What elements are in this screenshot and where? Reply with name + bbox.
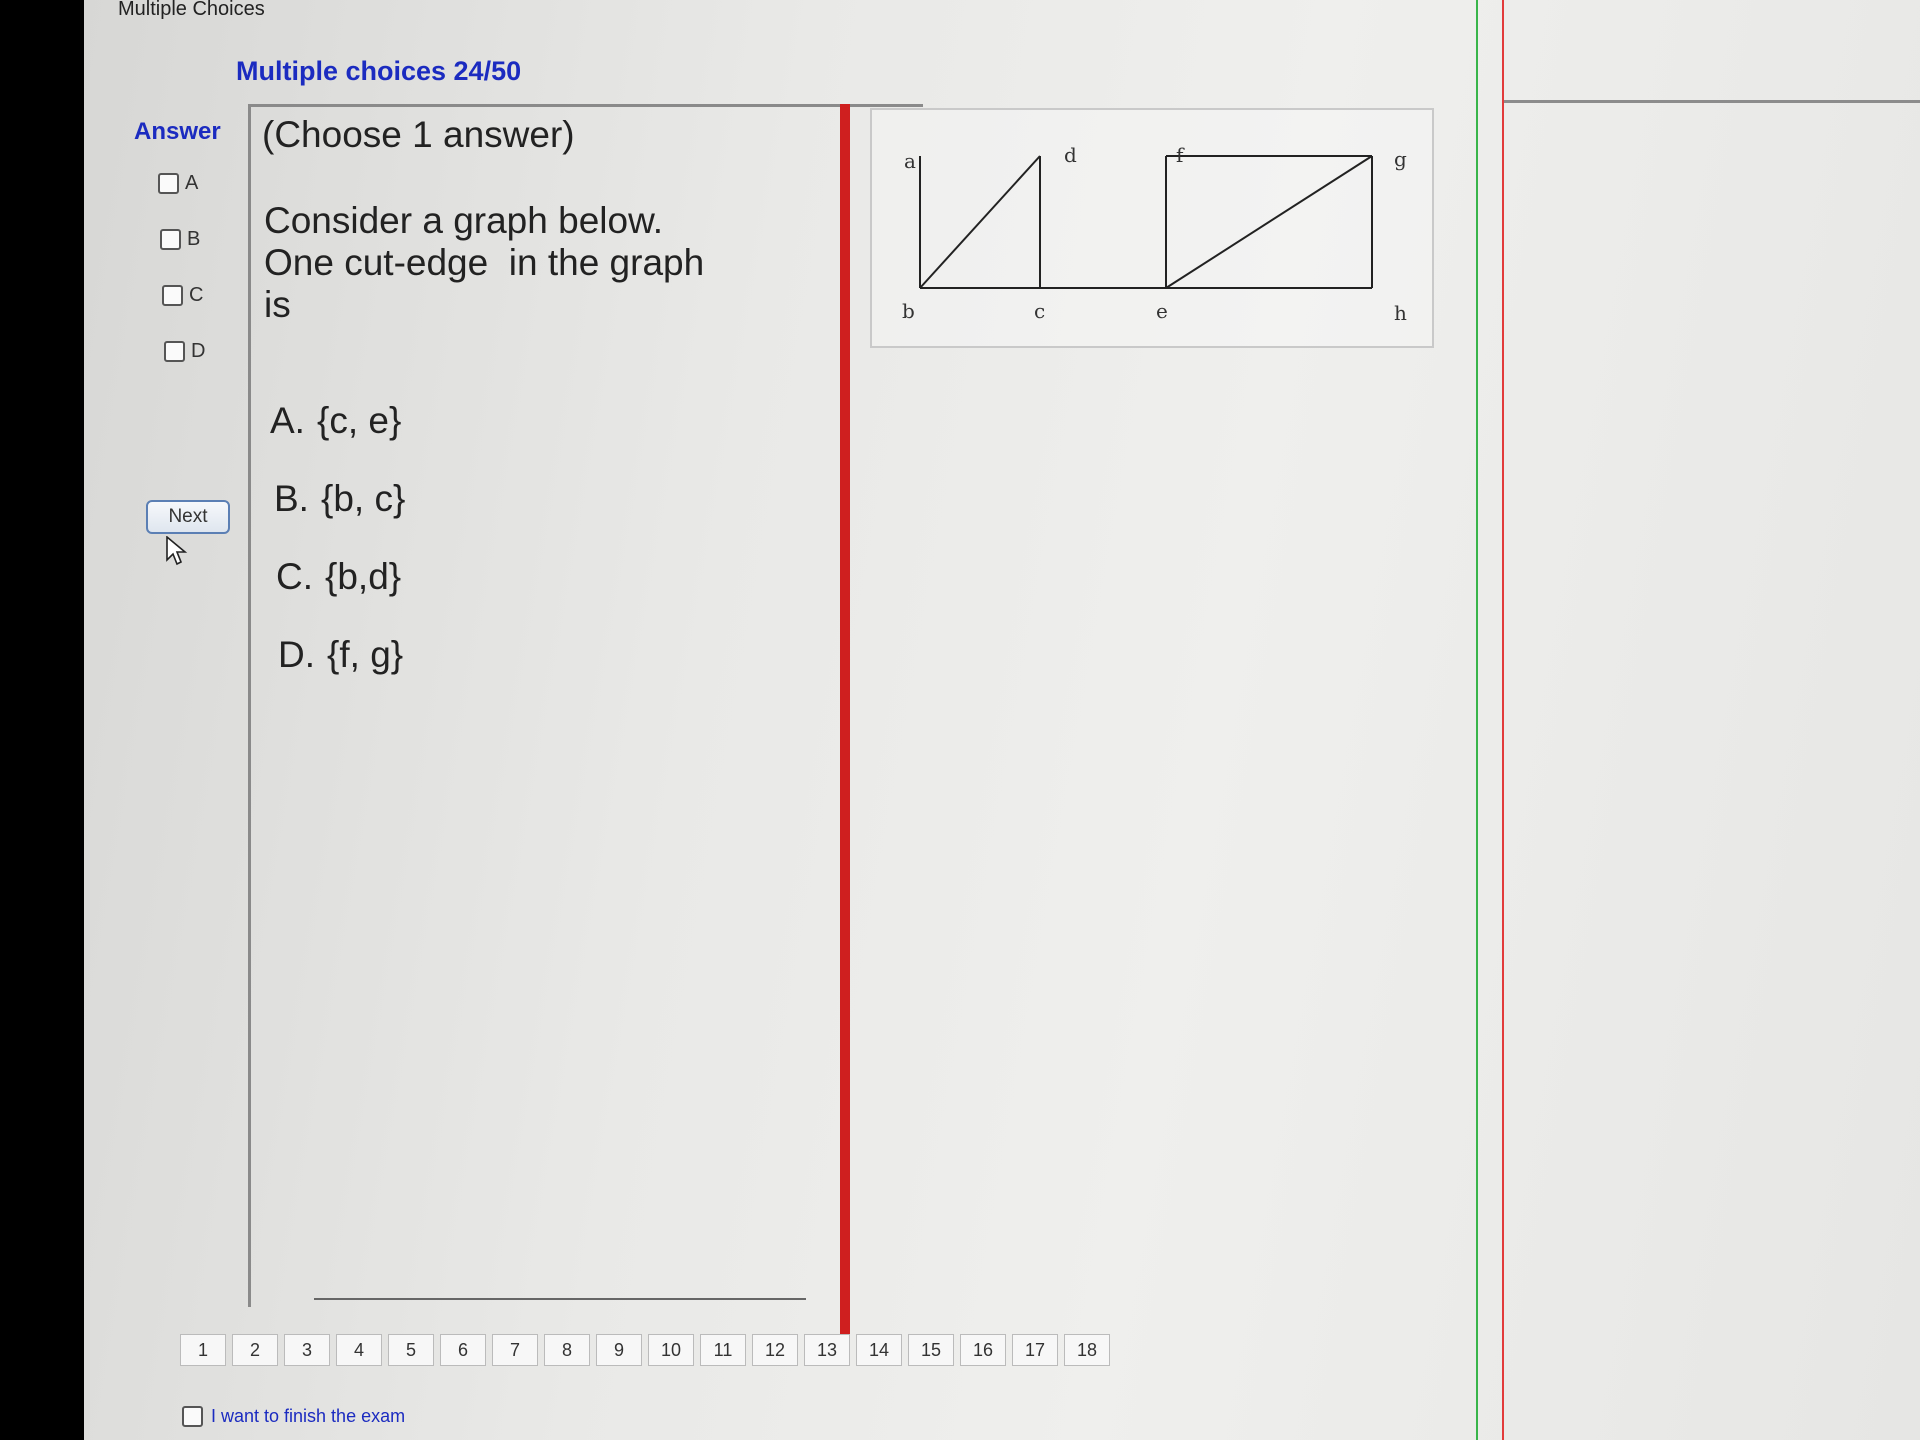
- choice-letter: B.: [274, 478, 309, 519]
- choice-text: {c, e}: [316, 400, 402, 441]
- question-pagination: 1 2 3 4 5 6 7 8 9 10 11 12 13 14 15 16 17 18: [180, 1334, 1110, 1366]
- checkbox-icon[interactable]: [160, 229, 181, 250]
- choice-a: A. {c, e}: [270, 400, 401, 442]
- vertex-label-b: b: [902, 299, 915, 323]
- vertex-label-a: a: [904, 149, 916, 173]
- page-button[interactable]: 12: [752, 1334, 798, 1366]
- question-line: One cut-edge in the graph: [264, 242, 705, 283]
- graph-figure: abcdefgh: [870, 108, 1434, 348]
- page-button[interactable]: 1: [180, 1334, 226, 1366]
- choice-b: B. {b, c}: [274, 478, 405, 520]
- page-button[interactable]: 16: [960, 1334, 1006, 1366]
- page-button[interactable]: 5: [388, 1334, 434, 1366]
- panel-bottom-rule: [314, 1298, 806, 1300]
- answer-option-label: D: [191, 340, 206, 362]
- page-button[interactable]: 11: [700, 1334, 746, 1366]
- finish-exam-option[interactable]: I want to finish the exam: [182, 1406, 405, 1427]
- choice-letter: A.: [270, 400, 305, 441]
- exam-screen: Multiple Choices Multiple choices 24/50 …: [84, 0, 1920, 1440]
- next-button[interactable]: Next: [146, 500, 230, 534]
- mouse-pointer-icon: [166, 536, 188, 566]
- vertex-label-g: g: [1394, 147, 1407, 171]
- answer-option-a[interactable]: A: [158, 172, 198, 195]
- vertex-label-h: h: [1394, 301, 1407, 325]
- page-button[interactable]: 7: [492, 1334, 538, 1366]
- vertex-label-d: d: [1064, 143, 1077, 167]
- checkbox-icon[interactable]: [164, 341, 185, 362]
- page-button[interactable]: 18: [1064, 1334, 1110, 1366]
- question-line: is: [264, 284, 291, 325]
- page-button[interactable]: 9: [596, 1334, 642, 1366]
- question-line: Consider a graph below.: [264, 200, 664, 241]
- page-button[interactable]: 2: [232, 1334, 278, 1366]
- checkbox-icon[interactable]: [182, 1406, 203, 1427]
- page-button[interactable]: 8: [544, 1334, 590, 1366]
- window-title: Multiple Choices: [118, 0, 265, 20]
- page-button[interactable]: 6: [440, 1334, 486, 1366]
- checkbox-icon[interactable]: [162, 285, 183, 306]
- graph-edge-eg: [1165, 155, 1373, 289]
- question-counter: Multiple choices 24/50: [236, 56, 522, 86]
- choice-letter: C.: [276, 556, 313, 597]
- answer-option-c[interactable]: C: [162, 284, 203, 307]
- checkbox-icon[interactable]: [158, 173, 179, 194]
- green-guide-line: [1476, 0, 1478, 1440]
- top-rule: [1504, 100, 1920, 103]
- page-button[interactable]: 15: [908, 1334, 954, 1366]
- red-divider: [840, 104, 850, 1356]
- page-button[interactable]: 17: [1012, 1334, 1058, 1366]
- page-button[interactable]: 3: [284, 1334, 330, 1366]
- answer-label: Answer: [134, 118, 221, 145]
- answer-option-label: A: [185, 172, 199, 194]
- vertex-label-c: c: [1034, 299, 1045, 323]
- page-button[interactable]: 10: [648, 1334, 694, 1366]
- answer-option-b[interactable]: B: [160, 228, 200, 251]
- answer-option-label: B: [187, 228, 201, 250]
- answer-option-d[interactable]: D: [164, 340, 205, 363]
- choice-d: D. {f, g}: [278, 634, 403, 676]
- choice-letter: D.: [278, 634, 315, 675]
- choose-instruction: (Choose 1 answer): [262, 114, 575, 155]
- page-button[interactable]: 14: [856, 1334, 902, 1366]
- graph-svg: ab cdef gh: [902, 143, 1407, 325]
- finish-exam-label: I want to finish the exam: [211, 1406, 406, 1426]
- graph-edge-bd: [919, 155, 1041, 289]
- answer-option-label: C: [189, 284, 204, 306]
- choice-text: {b,d}: [325, 556, 402, 597]
- question-text: Consider a graph below. One cut-edge in …: [264, 200, 704, 326]
- choice-text: {b, c}: [320, 478, 406, 519]
- red-guide-line: [1502, 0, 1504, 1440]
- page-button[interactable]: 13: [804, 1334, 850, 1366]
- page-button[interactable]: 4: [336, 1334, 382, 1366]
- choice-c: C. {b,d}: [276, 556, 401, 598]
- vertex-label-e: e: [1156, 299, 1168, 323]
- choice-text: {f, g}: [327, 634, 404, 675]
